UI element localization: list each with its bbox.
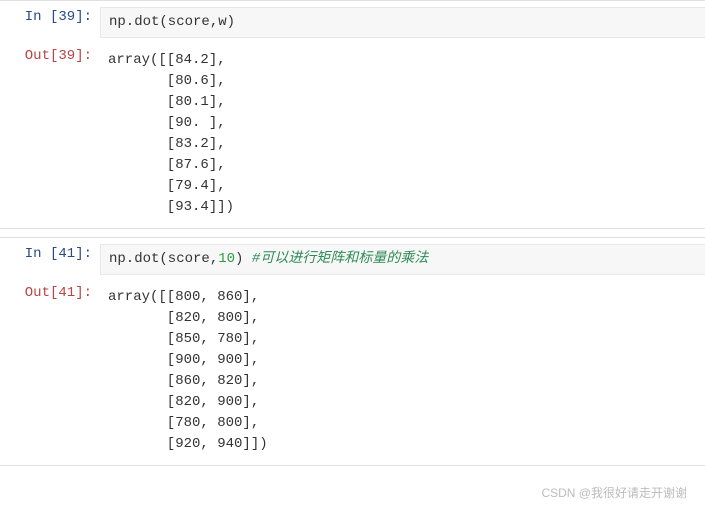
in-prompt-label: In [41]: <box>25 246 92 262</box>
out-prompt: Out[39]: <box>0 46 100 67</box>
input-row: In [39]: np.dot(score,w) <box>0 7 705 38</box>
in-prompt: In [41]: <box>0 244 100 265</box>
in-prompt-label: In [39]: <box>25 9 92 25</box>
output-row: Out[39]: array([[84.2], [80.6], [80.1], … <box>0 46 705 222</box>
notebook-cell-41: In [41]: np.dot(score,10) #可以进行矩阵和标量的乘法 … <box>0 237 705 466</box>
code-input-area[interactable]: np.dot(score,10) #可以进行矩阵和标量的乘法 <box>100 244 705 275</box>
output-row: Out[41]: array([[800, 860], [820, 800], … <box>0 283 705 459</box>
watermark-text: CSDN @我很好请走开谢谢 <box>541 484 687 502</box>
output-content: array([[800, 860], [820, 800], [850, 780… <box>100 283 705 459</box>
notebook-cell-39: In [39]: np.dot(score,w) Out[39]: array(… <box>0 0 705 229</box>
in-prompt: In [39]: <box>0 7 100 28</box>
code-comment: #可以进行矩阵和标量的乘法 <box>243 251 428 267</box>
code-content: np.dot(score,w) <box>109 14 235 30</box>
out-prompt-label: Out[41]: <box>25 285 92 301</box>
code-input-area[interactable]: np.dot(score,w) <box>100 7 705 38</box>
code-arg-number: 10 <box>218 251 235 267</box>
out-prompt-label: Out[39]: <box>25 48 92 64</box>
input-row: In [41]: np.dot(score,10) #可以进行矩阵和标量的乘法 <box>0 244 705 275</box>
output-content: array([[84.2], [80.6], [80.1], [90. ], [… <box>100 46 705 222</box>
out-prompt: Out[41]: <box>0 283 100 304</box>
code-content: np.dot(score,10) #可以进行矩阵和标量的乘法 <box>109 251 428 267</box>
